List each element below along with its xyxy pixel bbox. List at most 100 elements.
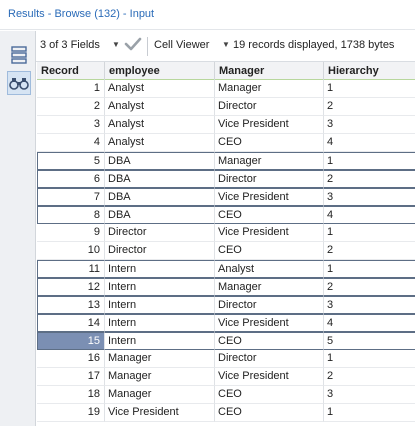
employee-cell[interactable]: DBA	[105, 206, 215, 224]
hierarchy-cell[interactable]: 1	[324, 80, 415, 98]
column-header-hierarchy[interactable]: Hierarchy	[324, 62, 415, 80]
record-cell[interactable]: 1	[37, 80, 105, 98]
record-cell[interactable]: 9	[37, 224, 105, 242]
table-row[interactable]: 7 DBA Vice President 3	[37, 188, 415, 206]
table-row[interactable]: 17 Manager Vice President 2	[37, 368, 415, 386]
hierarchy-cell[interactable]: 3	[324, 386, 415, 404]
employee-cell[interactable]: Intern	[105, 296, 215, 314]
manager-cell[interactable]: CEO	[215, 386, 324, 404]
table-row[interactable]: 5 DBA Manager 1	[37, 152, 415, 170]
record-cell[interactable]: 5	[37, 152, 105, 170]
table-row[interactable]: 13 Intern Director 3	[37, 296, 415, 314]
hierarchy-cell[interactable]: 4	[324, 134, 415, 152]
list-view-button[interactable]	[7, 43, 31, 67]
employee-cell[interactable]: Manager	[105, 368, 215, 386]
table-row[interactable]: 9 Director Vice President 1	[37, 224, 415, 242]
employee-cell[interactable]: Intern	[105, 278, 215, 296]
table-row[interactable]: 8 DBA CEO 4	[37, 206, 415, 224]
hierarchy-cell[interactable]: 2	[324, 368, 415, 386]
cell-viewer-dropdown-caret-icon[interactable]: ▼	[222, 40, 230, 49]
manager-cell[interactable]: Analyst	[215, 260, 324, 278]
employee-cell[interactable]: Manager	[105, 386, 215, 404]
hierarchy-cell[interactable]: 3	[324, 296, 415, 314]
table-row[interactable]: 15 Intern CEO 5	[37, 332, 415, 350]
table-row[interactable]: 18 Manager CEO 3	[37, 386, 415, 404]
employee-cell[interactable]: DBA	[105, 170, 215, 188]
record-cell[interactable]: 4	[37, 134, 105, 152]
manager-cell[interactable]: Director	[215, 350, 324, 368]
manager-cell[interactable]: CEO	[215, 206, 324, 224]
manager-cell[interactable]: CEO	[215, 404, 324, 422]
record-cell[interactable]: 13	[37, 296, 105, 314]
hierarchy-cell[interactable]: 1	[324, 224, 415, 242]
hierarchy-cell[interactable]: 2	[324, 278, 415, 296]
table-row[interactable]: 12 Intern Manager 2	[37, 278, 415, 296]
employee-cell[interactable]: Analyst	[105, 116, 215, 134]
table-row[interactable]: 16 Manager Director 1	[37, 350, 415, 368]
table-row[interactable]: 6 DBA Director 2	[37, 170, 415, 188]
manager-cell[interactable]: Vice President	[215, 116, 324, 134]
manager-cell[interactable]: Manager	[215, 278, 324, 296]
record-cell[interactable]: 15	[37, 332, 105, 350]
employee-cell[interactable]: Analyst	[105, 80, 215, 98]
manager-cell[interactable]: Director	[215, 170, 324, 188]
employee-cell[interactable]: Manager	[105, 350, 215, 368]
manager-cell[interactable]: CEO	[215, 332, 324, 350]
employee-cell[interactable]: Director	[105, 224, 215, 242]
employee-cell[interactable]: Analyst	[105, 98, 215, 116]
table-row[interactable]: 4 Analyst CEO 4	[37, 134, 415, 152]
table-row[interactable]: 1 Analyst Manager 1	[37, 80, 415, 98]
table-row[interactable]: 2 Analyst Director 2	[37, 98, 415, 116]
employee-cell[interactable]: DBA	[105, 152, 215, 170]
cell-viewer-selector[interactable]: Cell Viewer	[154, 39, 209, 51]
hierarchy-cell[interactable]: 3	[324, 116, 415, 134]
manager-cell[interactable]: Director	[215, 296, 324, 314]
employee-cell[interactable]: Analyst	[105, 134, 215, 152]
column-header-manager[interactable]: Manager	[215, 62, 324, 80]
hierarchy-cell[interactable]: 1	[324, 404, 415, 422]
manager-cell[interactable]: Vice President	[215, 314, 324, 332]
employee-cell[interactable]: Intern	[105, 314, 215, 332]
column-header-record[interactable]: Record	[37, 62, 105, 80]
hierarchy-cell[interactable]: 2	[324, 170, 415, 188]
manager-cell[interactable]: CEO	[215, 134, 324, 152]
apply-checkmark-icon[interactable]	[124, 37, 142, 54]
manager-cell[interactable]: Vice President	[215, 224, 324, 242]
employee-cell[interactable]: DBA	[105, 188, 215, 206]
record-cell[interactable]: 2	[37, 98, 105, 116]
employee-cell[interactable]: Director	[105, 242, 215, 260]
record-cell[interactable]: 7	[37, 188, 105, 206]
table-row[interactable]: 19 Vice President CEO 1	[37, 404, 415, 422]
record-cell[interactable]: 12	[37, 278, 105, 296]
record-cell[interactable]: 6	[37, 170, 105, 188]
hierarchy-cell[interactable]: 4	[324, 314, 415, 332]
manager-cell[interactable]: Vice President	[215, 368, 324, 386]
record-cell[interactable]: 3	[37, 116, 105, 134]
table-row[interactable]: 3 Analyst Vice President 3	[37, 116, 415, 134]
manager-cell[interactable]: CEO	[215, 242, 324, 260]
hierarchy-cell[interactable]: 1	[324, 260, 415, 278]
fields-selector[interactable]: 3 of 3 Fields	[40, 39, 100, 51]
hierarchy-cell[interactable]: 5	[324, 332, 415, 350]
record-cell[interactable]: 16	[37, 350, 105, 368]
record-cell[interactable]: 14	[37, 314, 105, 332]
table-row[interactable]: 10 Director CEO 2	[37, 242, 415, 260]
manager-cell[interactable]: Vice President	[215, 188, 324, 206]
record-cell[interactable]: 8	[37, 206, 105, 224]
fields-dropdown-caret-icon[interactable]: ▼	[112, 40, 120, 49]
table-row[interactable]: 11 Intern Analyst 1	[37, 260, 415, 278]
employee-cell[interactable]: Vice President	[105, 404, 215, 422]
hierarchy-cell[interactable]: 2	[324, 242, 415, 260]
hierarchy-cell[interactable]: 1	[324, 350, 415, 368]
manager-cell[interactable]: Manager	[215, 80, 324, 98]
employee-cell[interactable]: Intern	[105, 260, 215, 278]
table-row[interactable]: 14 Intern Vice President 4	[37, 314, 415, 332]
hierarchy-cell[interactable]: 3	[324, 188, 415, 206]
manager-cell[interactable]: Manager	[215, 152, 324, 170]
hierarchy-cell[interactable]: 2	[324, 98, 415, 116]
column-header-employee[interactable]: employee	[105, 62, 215, 80]
record-cell[interactable]: 19	[37, 404, 105, 422]
record-cell[interactable]: 18	[37, 386, 105, 404]
manager-cell[interactable]: Director	[215, 98, 324, 116]
binoculars-button[interactable]	[7, 71, 31, 95]
